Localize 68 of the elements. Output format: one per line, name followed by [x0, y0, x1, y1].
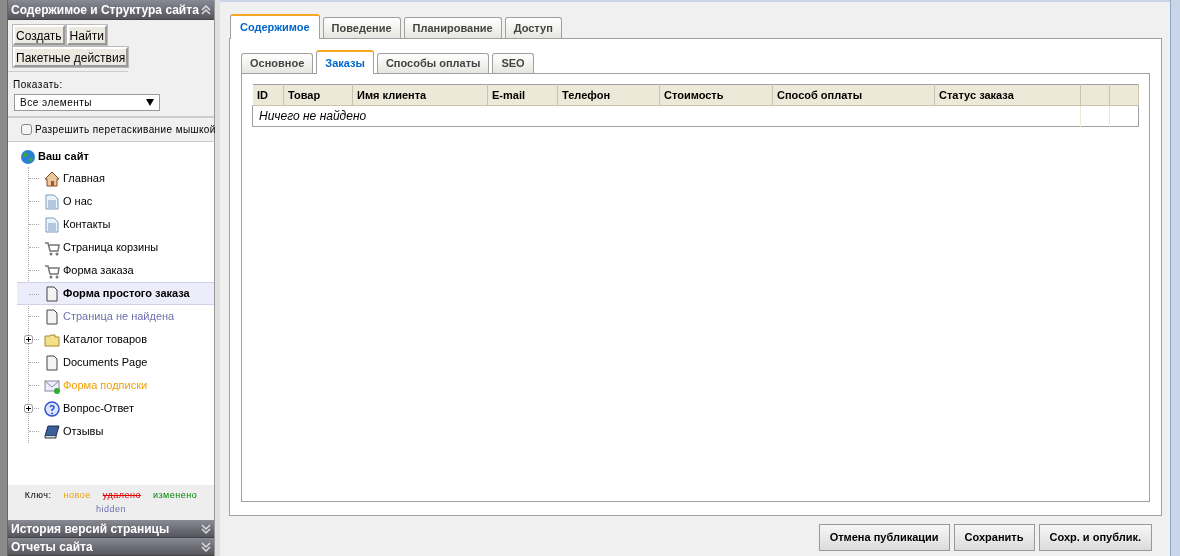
panel-title: История версий страницы	[11, 520, 170, 538]
checkbox[interactable]	[21, 124, 32, 135]
collapse-icon	[201, 4, 211, 15]
panel-header[interactable]: Содержимое и Структура сайта	[8, 0, 214, 20]
expand-icon[interactable]	[24, 335, 33, 344]
page-icon	[44, 285, 60, 302]
expand-icon	[201, 541, 211, 552]
panel-title: Содержимое и Структура сайта	[11, 1, 199, 19]
tree-item[interactable]: Контакты	[63, 216, 111, 233]
checkbox-label: Разрешить перетаскивание мышкой	[35, 123, 216, 137]
tab[interactable]: Заказы	[316, 50, 374, 74]
tree-item[interactable]: О нас	[63, 193, 93, 210]
tree-item[interactable]: Главная	[63, 170, 105, 187]
toolbar-button[interactable]: Найти	[66, 25, 107, 45]
document-icon	[44, 193, 60, 210]
column-header[interactable]: Способ оплаты	[772, 84, 935, 106]
tab[interactable]: SEO	[492, 53, 534, 73]
document-icon	[44, 216, 60, 233]
tree-item[interactable]: Вопрос-Ответ	[63, 400, 134, 417]
tab[interactable]: Основное	[241, 53, 314, 73]
column-header[interactable]: Товар	[283, 84, 353, 106]
tab[interactable]: Доступ	[504, 17, 562, 38]
tab[interactable]: Содержимое	[230, 14, 320, 39]
filter-dropdown[interactable]: Все элементы	[14, 94, 160, 111]
column-header[interactable]: Имя клиента	[352, 84, 488, 106]
cart-icon	[44, 239, 60, 256]
toolbar-button[interactable]: Создать	[13, 25, 65, 45]
tab[interactable]: Планирование	[403, 17, 502, 38]
tree-item[interactable]: Страница не найдена	[63, 308, 175, 325]
expand-icon	[201, 523, 211, 534]
folder-icon	[44, 331, 60, 348]
empty-message: Ничего не найдено	[252, 105, 1081, 127]
tree-item[interactable]: Форма заказа	[63, 262, 134, 279]
globe-icon	[20, 148, 36, 165]
tab[interactable]: Поведение	[322, 17, 401, 38]
toolbar-button[interactable]: Пакетные действия	[13, 47, 129, 67]
panel-header[interactable]: История версий страницы	[8, 520, 214, 538]
house-icon	[44, 170, 60, 187]
tree-item[interactable]: Каталог товаров	[63, 331, 147, 348]
column-header[interactable]: E-mail	[487, 84, 558, 106]
expand-icon[interactable]	[24, 404, 33, 413]
action-button[interactable]: Отмена публикации	[818, 524, 950, 551]
envelope-icon	[44, 377, 60, 394]
legend-label: Ключ:	[24, 489, 52, 502]
panel-title: Отчеты сайта	[11, 538, 93, 556]
dropdown-arrow-icon	[146, 99, 154, 106]
column-header[interactable]: Телефон	[557, 84, 660, 106]
action-button[interactable]: Сохранить	[953, 524, 1035, 551]
question-icon	[44, 400, 60, 417]
legend-item: изменено	[152, 489, 198, 502]
page-icon	[44, 308, 60, 325]
tab[interactable]: Способы оплаты	[376, 53, 490, 73]
cart-icon	[44, 262, 60, 279]
legend-item: hidden	[96, 502, 126, 516]
book-icon	[44, 423, 60, 440]
column-header[interactable]: Стоимость	[659, 84, 773, 106]
tree-item[interactable]: Отзывы	[63, 423, 104, 440]
panel-header[interactable]: Отчеты сайта	[8, 538, 214, 556]
tree-item[interactable]: Страница корзины	[63, 239, 159, 256]
legend-item: новое	[63, 489, 91, 502]
page-icon	[44, 354, 60, 371]
tree-item[interactable]: Documents Page	[63, 354, 148, 371]
column-header[interactable]: ID	[252, 84, 284, 106]
tree-item[interactable]: Ваш сайт	[38, 148, 89, 165]
filter-label: Показать:	[13, 78, 64, 92]
action-button[interactable]: Сохр. и опублик.	[1038, 524, 1152, 551]
legend-item: удалено	[102, 489, 141, 502]
column-header[interactable]: Статус заказа	[934, 84, 1081, 106]
